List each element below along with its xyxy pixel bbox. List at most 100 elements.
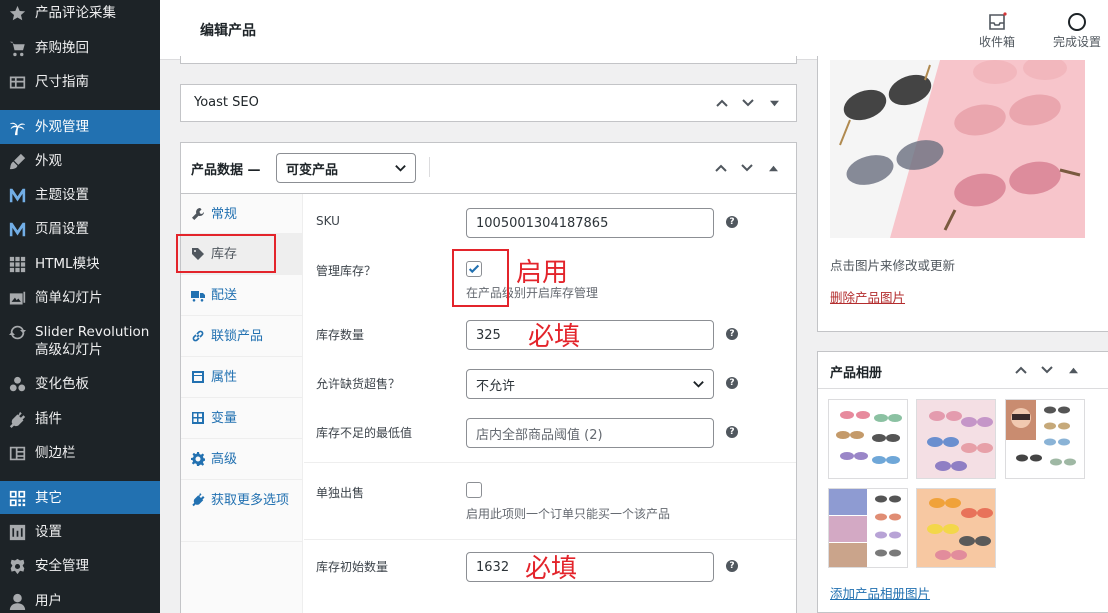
truck-icon [191, 288, 205, 302]
tab-label: 配送 [211, 288, 238, 303]
gallery-title: 产品相册 [830, 366, 883, 381]
grid-icon [8, 255, 26, 273]
sidebar-item-simple-slides[interactable]: 简单幻灯片 [0, 289, 160, 309]
sidebar-item-security[interactable]: 安全管理 [0, 557, 160, 577]
tab-label: 常规 [211, 207, 238, 222]
low-stock-label: 库存不足的最低值 [316, 426, 413, 440]
gallery-thumbnail[interactable] [828, 488, 908, 568]
sku-input[interactable]: 1005001304187865 [466, 208, 714, 238]
tab-attributes[interactable]: 属性 [181, 357, 303, 398]
sidebar-item-users[interactable]: 用户 [0, 592, 160, 612]
chevron-up-icon[interactable] [1012, 361, 1030, 379]
triangle-up-icon[interactable] [764, 159, 782, 177]
remove-product-image-link[interactable]: 删除产品图片 [830, 287, 905, 306]
sidebar-item-label: 变化色板 [35, 376, 89, 392]
backorders-select[interactable]: 不允许 [466, 369, 714, 399]
product-gallery-panel: 产品相册 添加产品相册图片 [817, 351, 1108, 613]
tab-label: 高级 [211, 452, 238, 467]
tab-linked-products[interactable]: 联锁产品 [181, 316, 303, 357]
product-type-value: 可变产品 [286, 162, 339, 178]
sidebar-item-label: 用户 [35, 593, 62, 609]
help-icon[interactable]: ? [726, 328, 738, 340]
model-sunglasses-thumbnail [829, 489, 907, 567]
triangle-down-icon[interactable] [765, 94, 783, 112]
chevron-down-icon[interactable] [1038, 361, 1056, 379]
sidebar-item-settings[interactable]: 设置 [0, 523, 160, 543]
gallery-thumbnail[interactable] [916, 488, 996, 568]
gallery-thumbnail[interactable] [1005, 399, 1085, 479]
swatches-icon [8, 375, 26, 393]
required-annotation: 必填 [528, 322, 581, 352]
sidebar-item-other[interactable]: 其它 [0, 481, 160, 514]
sidebar-item-sidebar[interactable]: 侧边栏 [0, 444, 160, 464]
tab-general[interactable]: 常规 [181, 194, 303, 234]
complete-setup-button[interactable]: 完成设置 [1042, 11, 1108, 50]
sidebar-item-reviews[interactable]: 产品评论采集 [0, 4, 160, 24]
model-sunglasses-thumbnail [1006, 400, 1084, 478]
gear-icon [191, 452, 206, 466]
triangle-up-icon[interactable] [1064, 361, 1082, 379]
sidebar-item-theme-settings[interactable]: 主题设置 [0, 186, 160, 206]
sidebar-item-label: 外观管理 [35, 119, 89, 135]
sunglasses-thumbnail [917, 489, 995, 567]
add-gallery-images-link[interactable]: 添加产品相册图片 [830, 583, 930, 602]
inbox-icon [989, 12, 1007, 30]
sidebar-item-label: 其它 [35, 490, 62, 506]
tab-shipping[interactable]: 配送 [181, 275, 303, 316]
tab-advanced[interactable]: 高级 [181, 439, 303, 480]
sidebar-item-size-guide[interactable]: 尺寸指南 [0, 73, 160, 93]
yoast-seo-panel: Yoast SEO [180, 84, 797, 122]
product-type-select[interactable]: 可变产品 [276, 153, 416, 183]
chevron-down-icon[interactable] [738, 159, 756, 177]
initial-stock-input[interactable]: 1632 [466, 552, 714, 582]
inventory-tab-highlight [176, 234, 276, 273]
sidebar-item-label: 安全管理 [35, 558, 89, 574]
tab-label: 变量 [211, 411, 238, 426]
m-logo-icon [8, 220, 26, 238]
tab-variations[interactable]: 变量 [181, 398, 303, 439]
help-icon[interactable]: ? [726, 426, 738, 438]
sold-individually-checkbox[interactable] [466, 482, 482, 498]
gallery-thumbnail[interactable] [828, 399, 908, 479]
user-icon [8, 592, 26, 610]
help-icon[interactable]: ? [726, 560, 738, 572]
enable-annotation: 启用 [516, 258, 569, 288]
sidebar-item-abandoned-cart[interactable]: 弃购挽回 [0, 39, 160, 59]
sidebar-item-label: 外观 [35, 153, 62, 169]
wrench-icon [191, 207, 205, 221]
divider [304, 539, 796, 540]
sidebar-item-label: 产品评论采集 [35, 5, 116, 21]
sidebar-item-plugins[interactable]: 插件 [0, 410, 160, 430]
sidebar-item-appearance[interactable]: 外观 [0, 152, 160, 172]
manage-stock-highlight [452, 249, 509, 307]
help-icon[interactable]: ? [726, 216, 738, 228]
sold-individually-label: 单独出售 [316, 486, 365, 500]
product-image[interactable] [830, 60, 1085, 238]
help-icon[interactable]: ? [726, 377, 738, 389]
cart-icon [8, 39, 26, 57]
sidebar-item-appearance-manage[interactable]: 外观管理 [0, 110, 160, 144]
sidebar-item-html-module[interactable]: HTML模块 [0, 255, 160, 275]
chevron-down-icon [693, 381, 704, 388]
tab-label: 属性 [211, 370, 238, 385]
sidebar-item-header-settings[interactable]: 页眉设置 [0, 220, 160, 240]
stock-quantity-input[interactable]: 325 [466, 320, 714, 350]
chevron-up-icon[interactable] [712, 159, 730, 177]
sidebar-item-label: Slider Revolution 高级幻灯片 [35, 324, 150, 358]
required-annotation: 必填 [525, 554, 578, 584]
chevron-up-icon[interactable] [713, 94, 731, 112]
product-image-hint: 点击图片来修改或更新 [830, 258, 956, 273]
inbox-label: 收件箱 [978, 35, 1015, 49]
tab-label: 获取更多选项 [211, 493, 290, 508]
sidebar-item-slider-revolution[interactable]: Slider Revolution 高级幻灯片 [0, 323, 160, 361]
inbox-button[interactable]: 收件箱 [962, 11, 1032, 50]
page-title: 编辑产品 [200, 23, 256, 39]
product-data-title: 产品数据 — [191, 163, 261, 178]
chevron-down-icon[interactable] [739, 94, 757, 112]
gallery-thumbnail[interactable] [916, 399, 996, 479]
sidebar-item-swatches[interactable]: 变化色板 [0, 375, 160, 395]
low-stock-input[interactable]: 店内全部商品阈值 (2) [466, 418, 714, 448]
link-icon [191, 329, 205, 343]
tab-get-more-options[interactable]: 获取更多选项 [181, 480, 303, 542]
complete-setup-label: 完成设置 [1052, 35, 1101, 49]
